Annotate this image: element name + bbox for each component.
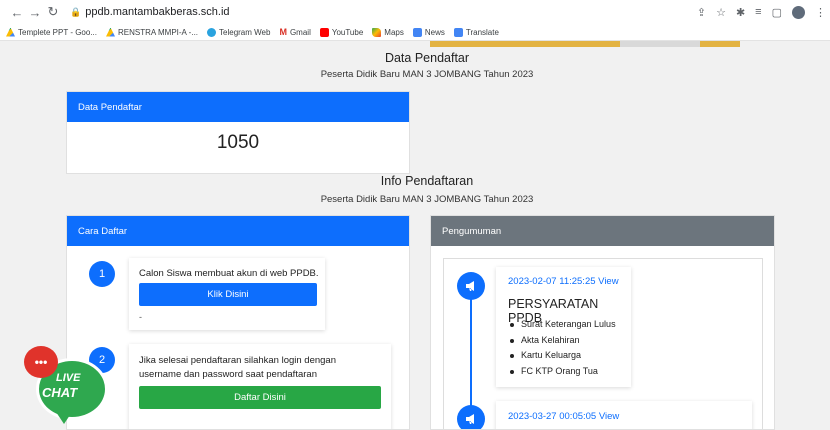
profile-avatar[interactable]: [792, 5, 805, 19]
step-text: Calon Siswa membuat akun di web PPDB.: [139, 268, 319, 279]
chat-dots-icon: •••: [24, 346, 58, 378]
section-subtitle: Peserta Didik Baru MAN 3 JOMBANG Tahun 2…: [320, 194, 534, 205]
list-item: Kartu Keluarga: [510, 348, 616, 364]
list-item: Surat Keterangan Lulus: [510, 317, 616, 333]
pengumuman-card: Pengumuman 2023-02-07 11:25:25 View PERS…: [430, 215, 775, 430]
bookmark-item[interactable]: YouTube: [319, 27, 363, 37]
section-title-info: Info Pendaftaran: [380, 174, 474, 188]
news-icon: [412, 27, 422, 37]
forward-arrow-icon[interactable]: →: [26, 5, 44, 20]
toolbar-actions: ⇪ ☆ ✱ ≡ ▢ ⋮: [697, 0, 826, 24]
translate-icon: [453, 27, 463, 37]
card-header: Cara Daftar: [67, 216, 409, 246]
list-item: Akta Kelahiran: [510, 333, 616, 349]
megaphone-icon: [457, 405, 485, 429]
bookmark-item[interactable]: M Gmail: [279, 26, 310, 37]
announcement-item[interactable]: 2023-02-07 11:25:25 View PERSYARATAN PPD…: [496, 267, 631, 387]
megaphone-icon: [457, 272, 485, 300]
bookmark-item[interactable]: Telegram Web: [207, 27, 270, 37]
telegram-icon: [207, 27, 217, 37]
youtube-icon: [319, 27, 329, 37]
step-number: 1: [89, 261, 115, 287]
cara-daftar-card: Cara Daftar 1 Calon Siswa membuat akun d…: [66, 215, 410, 430]
bookmark-item[interactable]: Templete PPT - Goo...: [6, 27, 97, 37]
bookmark-item[interactable]: Maps: [372, 27, 404, 37]
maps-icon: [372, 27, 382, 37]
bookmark-item[interactable]: RENSTRA MMPI-A -...: [106, 27, 198, 37]
extensions-icon[interactable]: ✱: [736, 6, 745, 19]
reading-list-icon[interactable]: ≡: [755, 6, 761, 18]
announcement-timeline: 2023-02-07 11:25:25 View PERSYARATAN PPD…: [443, 258, 763, 429]
announcement-date-link[interactable]: 2023-02-07 11:25:25 View: [508, 276, 619, 287]
address-bar[interactable]: ppdb.mantambakberas.sch.id: [85, 6, 229, 18]
step-card: Jika selesai pendaftaran silahkan login …: [129, 344, 391, 429]
registrant-count: 1050: [216, 132, 260, 153]
data-pendaftar-card: Data Pendaftar 1050: [66, 91, 410, 174]
step-note: -: [139, 312, 142, 322]
sidepanel-icon[interactable]: ▢: [772, 6, 782, 19]
live-chat-button[interactable]: ••• LIVE CHAT: [22, 346, 108, 428]
star-icon[interactable]: ☆: [716, 6, 726, 19]
card-header: Pengumuman: [431, 216, 774, 246]
banner-image: [430, 41, 740, 47]
announcement-date-link[interactable]: 2023-03-27 00:05:05 View: [508, 411, 619, 422]
requirements-list: Surat Keterangan Lulus Akta Kelahiran Ka…: [510, 317, 616, 379]
lock-icon[interactable]: 🔒: [70, 7, 81, 18]
live-chat-label: LIVE: [56, 372, 81, 384]
list-item: FC KTP Orang Tua: [510, 364, 616, 380]
klik-disini-button[interactable]: Klik Disini: [139, 283, 317, 306]
section-subtitle: Peserta Didik Baru MAN 3 JOMBANG Tahun 2…: [320, 69, 534, 80]
reload-icon[interactable]: ↻: [44, 4, 62, 20]
bookmark-item[interactable]: Translate: [453, 27, 499, 37]
card-header: Data Pendaftar: [67, 92, 409, 122]
live-chat-label: CHAT: [42, 385, 78, 400]
drive-icon: [6, 27, 15, 37]
bookmark-item[interactable]: News: [412, 27, 445, 37]
share-icon[interactable]: ⇪: [697, 6, 706, 19]
browser-toolbar: ← → ↻ 🔒 ppdb.mantambakberas.sch.id ⇪ ☆ ✱…: [0, 0, 830, 24]
menu-icon[interactable]: ⋮: [815, 6, 826, 19]
daftar-disini-button[interactable]: Daftar Disini: [139, 386, 381, 409]
drive-icon: [106, 27, 115, 37]
section-title-data-pendaftar: Data Pendaftar: [384, 51, 470, 65]
step-text: Jika selesai pendaftaran silahkan login …: [139, 355, 336, 380]
back-arrow-icon[interactable]: ←: [8, 5, 26, 20]
step-card: Calon Siswa membuat akun di web PPDB. Kl…: [129, 258, 325, 330]
gmail-icon: M: [279, 26, 287, 37]
bookmarks-bar: Templete PPT - Goo... RENSTRA MMPI-A -..…: [0, 24, 830, 41]
page-content: Data Pendaftar Peserta Didik Baru MAN 3 …: [0, 41, 830, 430]
announcement-item[interactable]: 2023-03-27 00:05:05 View: [496, 401, 752, 429]
